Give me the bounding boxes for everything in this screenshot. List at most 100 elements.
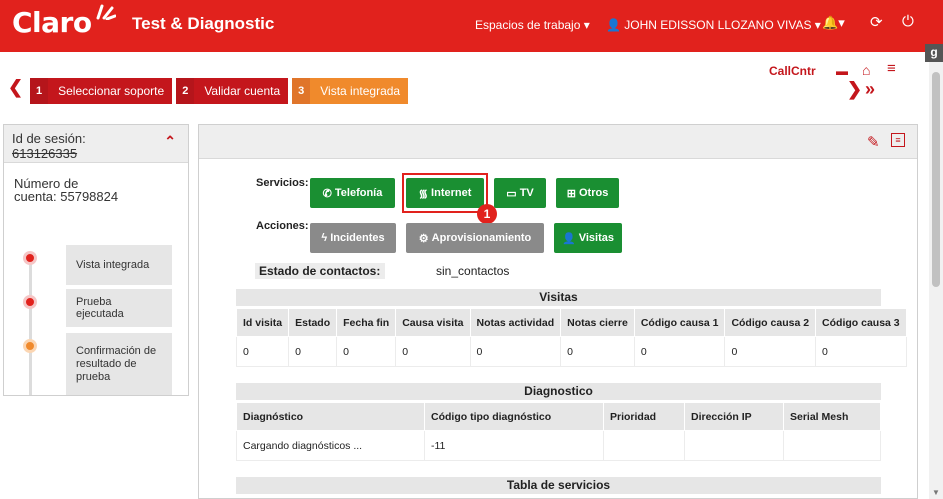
column-header[interactable]: Id visita xyxy=(235,308,290,337)
table-cell: 0 xyxy=(560,336,635,367)
timeline-label: Vista integrada xyxy=(76,259,150,271)
aprovisionamiento-button[interactable]: ⚙ Aprovisionamiento xyxy=(406,223,544,253)
timeline-dot xyxy=(23,295,37,309)
timeline-item-prueba-ejecutada[interactable]: Prueba ejecutada xyxy=(66,289,172,327)
step-label: Vista integrada xyxy=(310,78,409,104)
step-number: 1 xyxy=(30,78,49,104)
diagnostico-table: Diagnóstico Código tipo diagnóstico Prio… xyxy=(236,402,881,461)
column-header[interactable]: Fecha fin xyxy=(336,308,397,337)
diagnostico-title: Diagnostico xyxy=(236,383,881,400)
next-arrow-icon[interactable]: ❯ xyxy=(847,79,862,100)
top-navbar: Claro Test & Diagnostic Espacios de trab… xyxy=(0,0,943,52)
button-label: Visitas xyxy=(578,232,615,244)
workspaces-menu[interactable]: Espacios de trabajo ▾ xyxy=(475,18,590,32)
app-title: Test & Diagnostic xyxy=(132,14,275,33)
bell-icon: 🔔 xyxy=(822,15,839,30)
page-scrollbar[interactable]: ▼ xyxy=(929,62,943,499)
step-vista-integrada[interactable]: 3 Vista integrada xyxy=(292,78,409,104)
account-value: cuenta: 55798824 xyxy=(14,189,119,204)
menu-icon[interactable]: ≡ xyxy=(887,60,896,77)
button-label: Incidentes xyxy=(330,232,385,244)
last-arrow-icon[interactable]: » xyxy=(865,79,875,100)
table-cell: 0 xyxy=(815,336,907,367)
refresh-icon[interactable]: ⟳ xyxy=(870,13,883,31)
step-number: 2 xyxy=(176,78,195,104)
list-icon[interactable]: ≡ xyxy=(891,133,905,147)
incidentes-button[interactable]: ϟ Incidentes xyxy=(310,223,396,253)
acciones-label: Acciones: xyxy=(256,220,309,232)
user-icon: 👤 xyxy=(606,18,621,32)
session-id: 613126335 xyxy=(12,146,78,161)
step-label: Validar cuenta xyxy=(194,78,289,104)
timeline-line xyxy=(29,255,32,395)
column-header[interactable]: Dirección IP xyxy=(684,402,784,431)
power-icon[interactable]: ⏻ xyxy=(902,13,914,30)
servicios-label: Servicios: xyxy=(256,177,309,189)
bolt-icon: ϟ xyxy=(321,232,328,244)
session-label: Id de sesión: xyxy=(12,131,86,146)
tabla-servicios-title: Tabla de servicios xyxy=(236,477,881,494)
scrollbar-thumb[interactable] xyxy=(932,72,940,287)
column-header[interactable]: Código causa 1 xyxy=(633,308,726,337)
callcntr-link[interactable]: CallCntr xyxy=(769,64,816,78)
column-header[interactable]: Código causa 3 xyxy=(815,308,907,337)
wizard-steps: 1 Seleccionar soporte 2 Validar cuenta 3… xyxy=(30,78,412,104)
column-header[interactable]: Diagnóstico xyxy=(236,402,425,431)
caret-down-icon: ▾ xyxy=(838,15,845,30)
extension-badge[interactable]: g xyxy=(925,44,943,62)
main-panel: ✎ ≡ Servicios: ✆ Telefonía ᯾ Internet ▭ … xyxy=(198,124,918,499)
logo-rays-icon xyxy=(96,4,116,20)
button-label: Otros xyxy=(578,187,609,199)
folder-icon[interactable]: ▬ xyxy=(836,64,848,78)
step-label: Seleccionar soporte xyxy=(48,78,173,104)
column-header[interactable]: Prioridad xyxy=(603,402,685,431)
collapse-caret-icon[interactable]: ⌃ xyxy=(164,133,176,150)
column-header[interactable]: Código tipo diagnóstico xyxy=(424,402,604,431)
table-cell: Cargando diagnósticos ... xyxy=(236,430,425,461)
session-panel: Id de sesión: 613126335 ⌃ Número de cuen… xyxy=(3,124,189,396)
timeline-label: Confirmación de resultado de prueba xyxy=(76,344,157,383)
table-header-row: Id visita Estado Fecha fin Causa visita … xyxy=(235,308,907,337)
step-validar-cuenta[interactable]: 2 Validar cuenta xyxy=(176,78,289,104)
caret-down-icon: ▾ xyxy=(814,18,821,32)
table-cell: 0 xyxy=(633,336,726,367)
table-header-row: Diagnóstico Código tipo diagnóstico Prio… xyxy=(236,402,881,431)
visitas-title: Visitas xyxy=(236,289,881,306)
table-cell: 0 xyxy=(469,336,562,367)
timeline-item-vista-integrada[interactable]: Vista integrada xyxy=(66,245,172,285)
estado-contactos-label: Estado de contactos: xyxy=(255,263,385,279)
plus-square-icon: ⊞ xyxy=(566,187,576,200)
button-label: TV xyxy=(519,187,534,199)
table-cell: 0 xyxy=(395,336,471,367)
home-icon[interactable]: ⌂ xyxy=(862,62,870,78)
telefonia-button[interactable]: ✆ Telefonía xyxy=(310,178,395,208)
back-arrow-icon[interactable]: ❮ xyxy=(8,77,23,98)
scroll-down-arrow-icon[interactable]: ▼ xyxy=(931,488,941,497)
table-row: 0 0 0 0 0 0 0 0 0 xyxy=(235,336,907,367)
button-label: Telefonía xyxy=(334,187,383,199)
step-seleccionar-soporte[interactable]: 1 Seleccionar soporte xyxy=(30,78,173,104)
user-menu[interactable]: 👤 JOHN EDISSON LLOZANO VIVAS ▾ xyxy=(606,18,821,32)
column-header[interactable]: Serial Mesh xyxy=(783,402,881,431)
column-header[interactable]: Estado xyxy=(288,308,338,337)
table-cell: -11 xyxy=(424,430,604,461)
pencil-icon[interactable]: ✎ xyxy=(867,133,880,151)
user-name: JOHN EDISSON LLOZANO VIVAS xyxy=(624,18,812,32)
column-header[interactable]: Notas actividad xyxy=(469,308,562,337)
column-header[interactable]: Código causa 2 xyxy=(724,308,817,337)
account-number: Número de cuenta: 55798824 xyxy=(14,177,118,203)
timeline-dot xyxy=(23,339,37,353)
visitas-button[interactable]: 👤 Visitas xyxy=(554,223,622,253)
phone-icon: ✆ xyxy=(322,187,332,200)
table-cell: 0 xyxy=(336,336,397,367)
table-row: Cargando diagnósticos ... -11 xyxy=(236,430,881,461)
timeline-item-confirmacion[interactable]: Confirmación de resultado de prueba xyxy=(66,333,172,395)
table-cell xyxy=(684,430,784,461)
tv-button[interactable]: ▭ TV xyxy=(494,178,546,208)
otros-button[interactable]: ⊞ Otros xyxy=(556,178,619,208)
main-panel-header: ✎ ≡ xyxy=(199,125,917,159)
column-header[interactable]: Notas cierre xyxy=(560,308,635,337)
notifications-menu[interactable]: 🔔▾ xyxy=(822,15,845,31)
column-header[interactable]: Causa visita xyxy=(395,308,471,337)
brand-logo[interactable]: Claro xyxy=(12,6,92,39)
